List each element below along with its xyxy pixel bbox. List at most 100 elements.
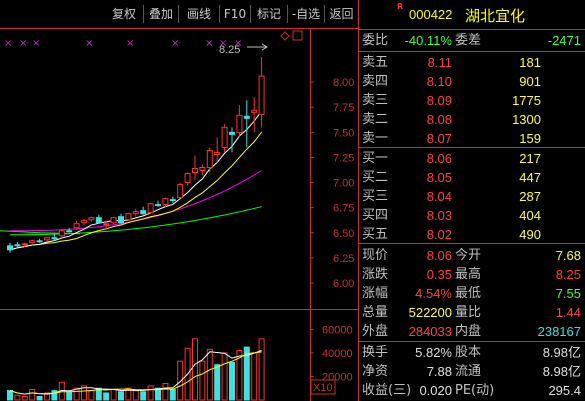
kline-chart[interactable]: × × × × × × × × × 8.00 7.75 7.50 7.25 7.00 6.75 6.50 6.… [0,28,358,401]
candle-body [88,217,95,221]
quote-value: 284033 [408,324,452,339]
back-button[interactable]: 返回 [325,0,358,28]
candle-body [155,204,161,207]
fundamental-row[interactable]: 收益(三) 0.020 PE(动) 295.4 [359,381,585,400]
price-tick-label: 6.00 [333,278,354,290]
divider [359,243,585,244]
weicha-label: 委差 [455,33,482,48]
buy-order-row[interactable]: 买四 8.03 404 [359,206,585,225]
draw-line-button[interactable]: 画线 [179,0,219,28]
signal-marker: × [85,38,93,49]
mark-button[interactable]: 标记 [251,0,287,28]
candle-body [177,184,184,199]
order-price: 8.02 [426,227,452,242]
weicha-value: -2471 [547,33,581,48]
price-tick-label: 7.00 [333,178,354,190]
chart-toolbar: 复权 叠加 画线 F10 标记 -自选 返回 [0,0,358,28]
order-level-label: 卖二 [362,112,389,127]
order-price: 8.10 [426,74,452,89]
order-price: 8.07 [426,131,452,146]
candle-body [110,217,117,224]
order-level-label: 卖三 [362,93,389,108]
candlesticks [7,57,265,253]
buy-order-row[interactable]: 买三 8.04 287 [359,187,585,206]
quote-label: 最低 [455,286,482,301]
quote-row[interactable]: 外盘 284033 内盘 238167 [359,322,585,341]
candle-body [7,245,13,251]
candle-body [169,199,176,202]
candle-body [251,109,258,113]
fundamental-label: 净资 [362,364,389,379]
order-volume: 1775 [512,93,541,108]
order-volume: 404 [519,208,541,223]
diamond-icon[interactable] [280,31,290,41]
order-volume: 901 [519,74,541,89]
signal-marker: × [19,38,27,49]
candle-body [29,240,36,244]
fundamental-value: 5.82% [415,345,452,360]
candle-body [73,223,80,229]
signal-marker: × [126,38,134,49]
restore-rights-button[interactable]: 复权 [104,0,144,28]
volume-axis-labels: 600004000020000 [310,324,353,383]
kline-svg: × × × × × × × × × 8.007.757.507.257.006.756.506.… [0,28,358,401]
order-price: 8.08 [426,112,452,127]
quote-panel: R 000422 湖北宜化 委比 -40.11% 委差 -2471 卖五 8.11… [358,0,585,401]
candle-body [147,203,154,214]
candle-body [58,230,65,237]
fundamental-row[interactable]: 净资 7.88 流通 8.98亿 [359,362,585,381]
buy-order-row[interactable]: 买一 8.06 217 [359,149,585,168]
candle-body [229,131,235,135]
overlay-button[interactable]: 叠加 [144,0,178,28]
volume-tick-label: 40000 [322,348,353,360]
quote-row[interactable]: 现价 8.06 今开 7.68 [359,246,585,265]
quote-row[interactable]: 涨幅 4.54% 最低 7.55 [359,284,585,303]
quote-label: 内盘 [455,324,482,339]
volume-bar [169,388,176,401]
volume-bar [7,390,13,401]
volume-bar [132,390,139,401]
order-level-label: 买一 [362,151,389,166]
volume-bar [229,361,235,401]
order-price: 8.03 [426,208,452,223]
volume-bar [162,383,169,401]
stock-header: R 000422 湖北宜化 [359,0,585,30]
quote-label: 最高 [455,267,482,282]
sell-order-row[interactable]: 卖二 8.08 1300 [359,110,585,129]
order-volume: 447 [519,170,541,185]
quote-row[interactable]: 涨跌 0.35 最高 8.25 [359,265,585,284]
sell-order-row[interactable]: 卖四 8.10 901 [359,72,585,91]
volume-bar [221,352,228,401]
order-price: 8.11 [427,55,452,70]
remove-watchlist-button[interactable]: -自选 [288,0,324,28]
sell-order-row[interactable]: 卖一 8.07 159 [359,129,585,148]
price-axis-labels: 8.00 7.75 7.50 7.25 7.00 6.75 6.50 6.25 6.00 [310,77,354,290]
order-volume: 490 [519,227,541,242]
f10-button[interactable]: F10 [220,0,250,28]
volume-bar [177,360,184,401]
order-price: 8.06 [426,151,452,166]
buy-order-row[interactable]: 买五 8.02 490 [359,225,585,244]
quote-label: 今开 [455,248,482,263]
fundamental-row[interactable]: 换手 5.82% 股本 8.98亿 [359,343,585,362]
price-tick-label: 7.50 [333,127,354,139]
price-tick-label: 6.75 [333,203,354,215]
order-level-label: 买五 [362,227,389,242]
candle-body [51,237,58,240]
candle-body [243,115,250,119]
sell-order-row[interactable]: 卖五 8.11 181 [359,53,585,72]
fundamental-value: 0.020 [419,383,452,398]
candle-body [103,223,110,226]
volume-bar [103,392,110,401]
maximize-icon[interactable] [292,30,303,41]
volume-bar [66,391,73,401]
volume-bar [36,395,43,401]
order-price: 8.04 [426,189,452,204]
quote-row[interactable]: 总量 522200 量比 1.44 [359,303,585,322]
signal-marker: × [4,38,12,49]
sell-order-row[interactable]: 卖三 8.09 1775 [359,91,585,110]
buy-order-row[interactable]: 买二 8.05 447 [359,168,585,187]
price-tick-label: 8.00 [333,77,354,89]
volume-bar [214,364,221,401]
fundamental-label: PE(动) [455,383,495,398]
